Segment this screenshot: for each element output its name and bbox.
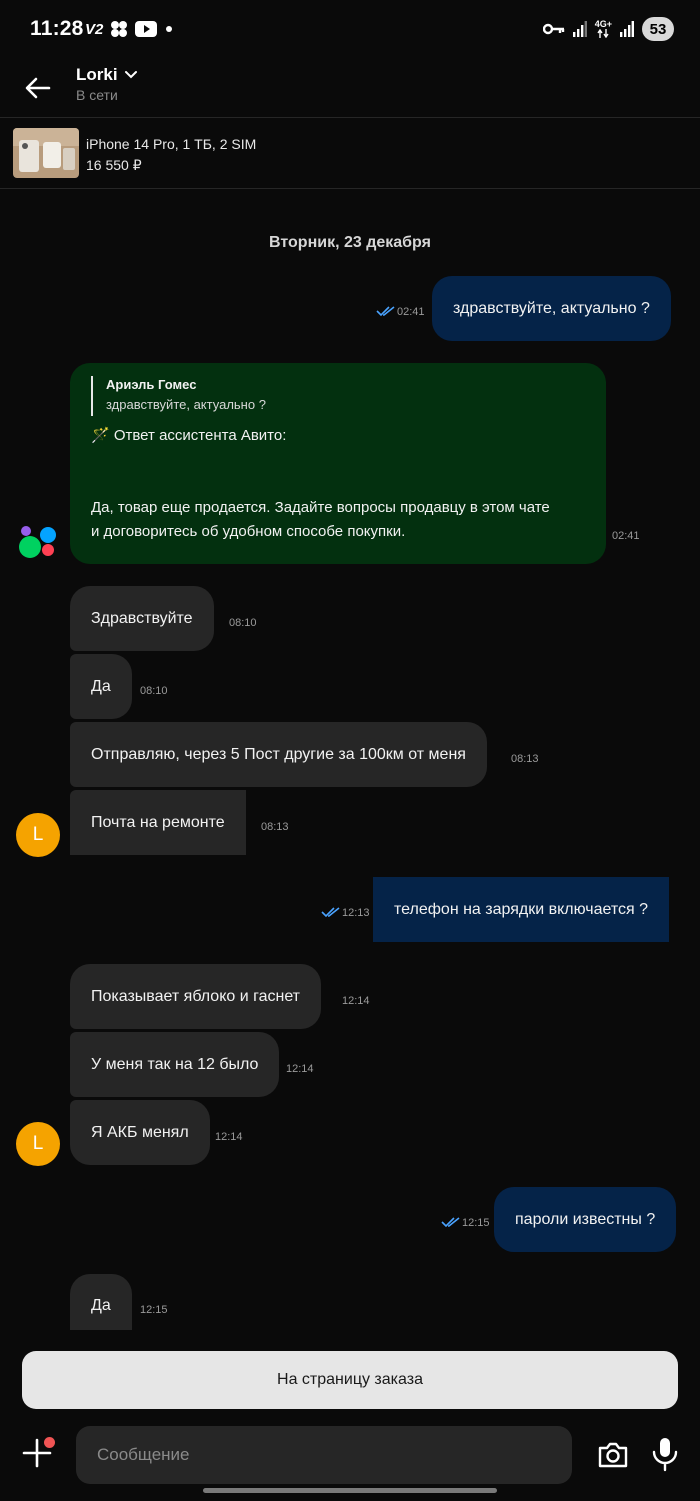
message-time: 12:15 — [462, 1217, 490, 1229]
product-card[interactable]: iPhone 14 Pro, 1 ТБ, 2 SIM 16 550 ₽ — [0, 119, 700, 189]
message-text: пароли известны ? — [515, 1210, 656, 1228]
assistant-reply-bubble[interactable]: Ариэль Гомес здравствуйте, актуально ? 🪄… — [70, 363, 606, 564]
message-bubble-incoming[interactable]: Отправляю, через 5 Пост другие за 100км … — [70, 722, 487, 787]
message-time: 08:13 — [511, 753, 539, 765]
read-ticks-icon — [441, 1217, 460, 1228]
message-time: 12:14 — [342, 995, 370, 1007]
message-text: У меня так на 12 было — [91, 1055, 259, 1073]
message-bubble-incoming[interactable]: Показывает яблоко и гаснет — [70, 964, 322, 1029]
message-bubble-incoming[interactable]: Я АКБ менял — [70, 1100, 210, 1165]
message-text: здравствуйте, актуально ? — [453, 299, 650, 317]
back-button[interactable] — [18, 68, 58, 108]
assistant-label: 🪄 Ответ ассистента Авито: — [91, 427, 287, 444]
message-text: телефон на зарядки включается ? — [394, 900, 649, 918]
message-bubble-incoming[interactable]: Здравствуйте — [70, 586, 214, 651]
product-price: 16 550 ₽ — [86, 157, 142, 173]
message-time: 12:13 — [342, 907, 370, 919]
flower-app-icon — [111, 21, 128, 37]
notification-dot-icon — [166, 26, 173, 32]
status-left-icons: V2 — [85, 20, 175, 38]
vpn-key-icon — [542, 23, 564, 35]
attachment-badge — [44, 1437, 55, 1448]
order-page-button[interactable]: На страницу заказа — [22, 1351, 678, 1409]
youtube-icon — [135, 21, 158, 37]
read-ticks-icon — [376, 306, 395, 317]
network-type: 4G+ — [594, 19, 612, 29]
message-text: Я АКБ менял — [91, 1123, 189, 1141]
message-bubble-incoming[interactable]: Да — [70, 654, 132, 719]
avito-logo-icon — [19, 526, 56, 558]
date-separator: Вторник, 23 декабря — [269, 234, 431, 251]
assistant-text-line-2: и договоритесь об удобном способе покупк… — [91, 523, 406, 540]
message-text: Да — [91, 677, 111, 695]
message-bubble-incoming[interactable]: У меня так на 12 было — [70, 1032, 280, 1097]
status-bar: 11:28 V2 4G+ 53 — [0, 0, 700, 60]
message-bubble-outgoing[interactable]: телефон на зарядки включается ? — [373, 877, 670, 942]
message-text: Показывает яблоко и гаснет — [91, 987, 301, 1005]
message-bubble-outgoing[interactable]: здравствуйте, актуально ? — [432, 276, 671, 341]
product-thumbnail — [13, 128, 79, 178]
chevron-down-icon — [124, 71, 137, 79]
contact-name: Lorki — [76, 65, 118, 84]
carrier-tag: V2 — [85, 20, 104, 38]
message-time: 08:10 — [140, 685, 168, 697]
message-time: 02:41 — [397, 306, 425, 318]
message-text: Отправляю, через 5 Пост другие за 100км … — [91, 745, 466, 763]
assistant-text-line-1: Да, товар еще продается. Задайте вопросы… — [91, 499, 550, 516]
message-text: Здравствуйте — [91, 609, 193, 627]
message-input[interactable] — [76, 1426, 572, 1484]
assistant-text: Да, товар еще продается. Задайте вопросы… — [91, 496, 550, 544]
signal-icon-2 — [620, 21, 634, 37]
quoted-message: Ариэль Гомес здравствуйте, актуально ? — [91, 376, 266, 416]
quote-author: Ариэль Гомес — [106, 377, 197, 392]
read-ticks-icon — [321, 907, 340, 918]
arrow-left-icon — [25, 77, 51, 99]
microphone-icon[interactable] — [650, 1436, 680, 1472]
message-time: 12:14 — [286, 1063, 314, 1075]
message-time: 12:15 — [140, 1304, 168, 1316]
quote-text: здравствуйте, актуально ? — [106, 397, 266, 412]
product-title: iPhone 14 Pro, 1 ТБ, 2 SIM — [86, 136, 257, 152]
status-time: 11:28 — [30, 17, 84, 40]
signal-icon — [572, 21, 587, 37]
message-bubble-outgoing[interactable]: пароли известны ? — [494, 1187, 677, 1252]
avatar[interactable]: L — [16, 813, 60, 857]
message-time: 12:14 — [215, 1131, 243, 1143]
contact-name-button[interactable]: Lorki — [76, 65, 138, 85]
message-text: Почта на ремонте — [91, 813, 225, 831]
message-bubble-incoming[interactable]: Да — [70, 1274, 132, 1330]
message-time: 08:10 — [229, 617, 257, 629]
home-indicator — [203, 1488, 497, 1493]
message-text: Да — [91, 1297, 111, 1314]
online-status: В сети — [76, 87, 118, 103]
avatar[interactable]: L — [16, 1122, 60, 1166]
message-time: 02:41 — [612, 530, 640, 542]
chat-header: Lorki В сети — [0, 60, 700, 118]
battery-indicator: 53 — [642, 17, 674, 41]
message-time: 08:13 — [261, 821, 289, 833]
data-arrows-icon — [597, 29, 609, 38]
network-type-indicator: 4G+ — [595, 20, 612, 38]
status-right-icons: 4G+ 53 — [542, 17, 674, 41]
camera-icon[interactable] — [596, 1438, 630, 1472]
message-bubble-incoming[interactable]: Почта на ремонте — [70, 790, 246, 855]
